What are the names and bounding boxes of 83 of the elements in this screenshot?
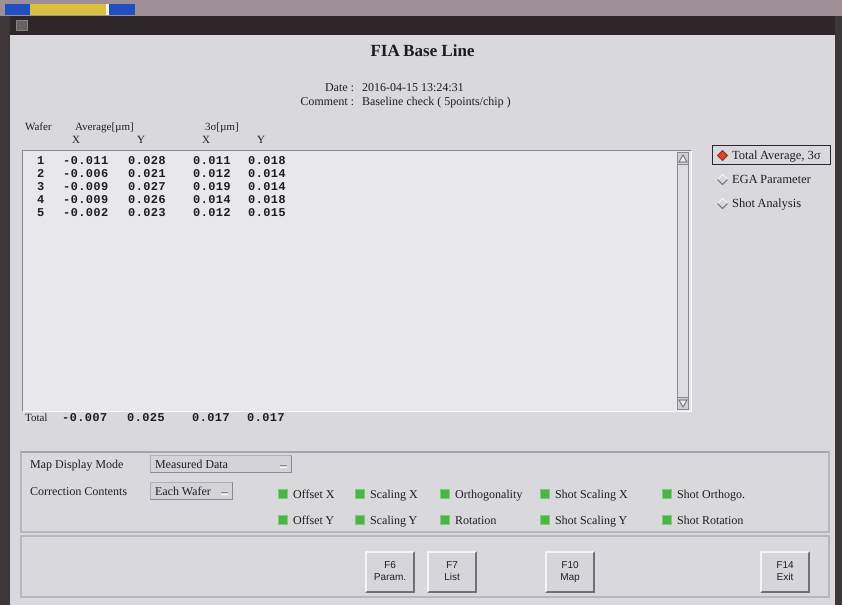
- table-cell: 0.018: [248, 193, 286, 207]
- radio-option[interactable]: Total Average, 3σ: [712, 145, 831, 165]
- table-cell: -0.009: [63, 193, 109, 207]
- table-cell: 0.028: [128, 154, 166, 168]
- wafer-number: 3: [37, 180, 45, 194]
- checkbox-label: Shot Orthogo.: [677, 486, 746, 503]
- info-value: 2016-04-15 13:24:31: [362, 80, 465, 94]
- diamond-icon: [717, 174, 728, 184]
- dropdown[interactable]: Each Wafer: [150, 482, 233, 500]
- checkbox-label: Scaling Y: [370, 512, 418, 529]
- total-label: Total: [25, 412, 48, 424]
- table-cell: 0.015: [248, 206, 286, 220]
- total-value: 0.017: [247, 411, 286, 425]
- table-cell: -0.006: [63, 167, 109, 181]
- checkbox-label: Shot Rotation: [677, 512, 744, 529]
- table-cell: 0.014: [193, 193, 232, 207]
- total-value: 0.017: [192, 411, 230, 425]
- function-key-button[interactable]: F14 Exit: [760, 551, 810, 593]
- checkbox[interactable]: [662, 515, 672, 525]
- checkbox[interactable]: [278, 489, 288, 499]
- diamond-icon: [717, 198, 728, 208]
- column-header: 3σ[µm]: [204, 121, 240, 134]
- table-cell: -0.011: [63, 154, 109, 168]
- dropdown-indicator-icon: [221, 492, 228, 494]
- column-header: X: [72, 134, 80, 146]
- wafer-number: 1: [37, 154, 45, 168]
- dropdown-indicator-icon: [280, 464, 287, 468]
- checkbox[interactable]: [662, 489, 672, 499]
- field-label: Map Display Mode: [30, 456, 124, 473]
- checkbox-label: Orthogonality: [455, 486, 522, 503]
- total-value: -0.007: [62, 411, 108, 425]
- dropdown[interactable]: Measured Data: [150, 455, 292, 473]
- info-label: Comment :: [299, 94, 355, 108]
- column-header: Average[µm]: [74, 121, 135, 134]
- checkbox[interactable]: [355, 515, 365, 525]
- table-cell: 0.026: [128, 193, 166, 207]
- scroll-down-button[interactable]: [678, 397, 688, 409]
- table-cell: 0.019: [193, 180, 232, 194]
- table-cell: 0.018: [248, 154, 286, 168]
- table-cell: -0.002: [63, 206, 109, 220]
- table-cell: 0.014: [248, 167, 286, 181]
- window-heading: FIA Base Line: [370, 40, 476, 61]
- info-label: Date :: [324, 80, 355, 94]
- up-arrow-icon: [678, 154, 688, 163]
- table-cell: 0.012: [193, 167, 232, 181]
- total-value: 0.025: [127, 411, 166, 425]
- radio-option[interactable]: EGA Parameter: [712, 169, 831, 189]
- checkbox-label: Offset Y: [293, 512, 334, 529]
- window-menu-button[interactable]: [16, 20, 28, 31]
- checkbox-label: Shot Scaling Y: [555, 512, 628, 529]
- table-cell: 0.023: [128, 206, 166, 220]
- table-cell: 0.012: [193, 206, 232, 220]
- column-header: Y: [137, 134, 145, 146]
- column-header: Wafer: [24, 121, 53, 134]
- function-key-button[interactable]: F7 List: [427, 551, 477, 593]
- wafer-number: 4: [37, 193, 45, 207]
- wafer-number: 5: [37, 206, 45, 220]
- checkbox-label: Rotation: [455, 512, 496, 529]
- checkbox[interactable]: [540, 489, 550, 499]
- radio-option[interactable]: Shot Analysis: [712, 193, 831, 213]
- checkbox[interactable]: [355, 489, 365, 499]
- checkbox[interactable]: [440, 489, 450, 499]
- checkbox[interactable]: [540, 515, 550, 525]
- table-cell: 0.014: [248, 180, 286, 194]
- column-header: X: [202, 134, 210, 146]
- scroll-up-button[interactable]: [678, 153, 688, 165]
- checkbox-label: Offset X: [293, 486, 334, 503]
- table-cell: -0.009: [63, 180, 109, 194]
- checkbox-label: Shot Scaling X: [555, 486, 628, 503]
- checkbox[interactable]: [278, 515, 288, 525]
- function-key-button[interactable]: F6 Param.: [365, 551, 415, 593]
- checkbox-label: Scaling X: [370, 486, 418, 503]
- diamond-icon: [717, 150, 728, 160]
- info-value: Baseline check ( 5points/chip ): [362, 94, 512, 108]
- table-cell: 0.027: [128, 180, 166, 194]
- function-key-button[interactable]: F10 Map: [545, 551, 595, 593]
- column-header: Y: [257, 134, 265, 146]
- field-label: Correction Contents: [30, 483, 128, 500]
- down-arrow-icon: [678, 399, 688, 408]
- wafer-number: 2: [37, 167, 45, 181]
- table-cell: 0.021: [128, 167, 166, 181]
- table-cell: 0.011: [193, 154, 232, 168]
- checkbox[interactable]: [440, 515, 450, 525]
